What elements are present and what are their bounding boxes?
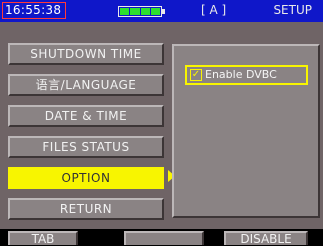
status-bar: 16:55:38 [ A ] SETUP: [0, 0, 323, 22]
enable-dvbc-checkbox[interactable]: ✓: [190, 69, 202, 81]
tab-softkey[interactable]: TAB: [8, 231, 78, 245]
menu-item-date-time[interactable]: DATE & TIME: [8, 105, 164, 127]
enable-dvbc-option[interactable]: ✓ Enable DVBC: [185, 65, 308, 85]
battery-cell: [150, 8, 160, 15]
battery-cell: [140, 8, 150, 15]
device-screen: 16:55:38 [ A ] SETUP SHUTDOWN TIME 语言/LA…: [0, 0, 323, 245]
battery-full-icon: [118, 6, 162, 17]
menu-item-shutdown-time[interactable]: SHUTDOWN TIME: [8, 43, 164, 65]
page-title: SETUP: [273, 3, 312, 17]
option-panel: ✓ Enable DVBC: [172, 44, 320, 218]
menu-item-files-status[interactable]: FILES STATUS: [8, 136, 164, 158]
battery-tip: [162, 9, 165, 14]
menu-item-option[interactable]: OPTION: [8, 167, 164, 189]
blank-softkey[interactable]: [124, 231, 204, 245]
menu-item-return[interactable]: RETURN: [8, 198, 164, 220]
clock-display: 16:55:38: [2, 2, 66, 19]
menu-item-language[interactable]: 语言/LANGUAGE: [8, 74, 164, 96]
battery-cell: [130, 8, 140, 15]
mode-indicator: [ A ]: [201, 3, 227, 17]
battery-cell: [120, 8, 130, 15]
disable-softkey[interactable]: DISABLE: [224, 231, 308, 245]
enable-dvbc-label: Enable DVBC: [205, 68, 277, 81]
